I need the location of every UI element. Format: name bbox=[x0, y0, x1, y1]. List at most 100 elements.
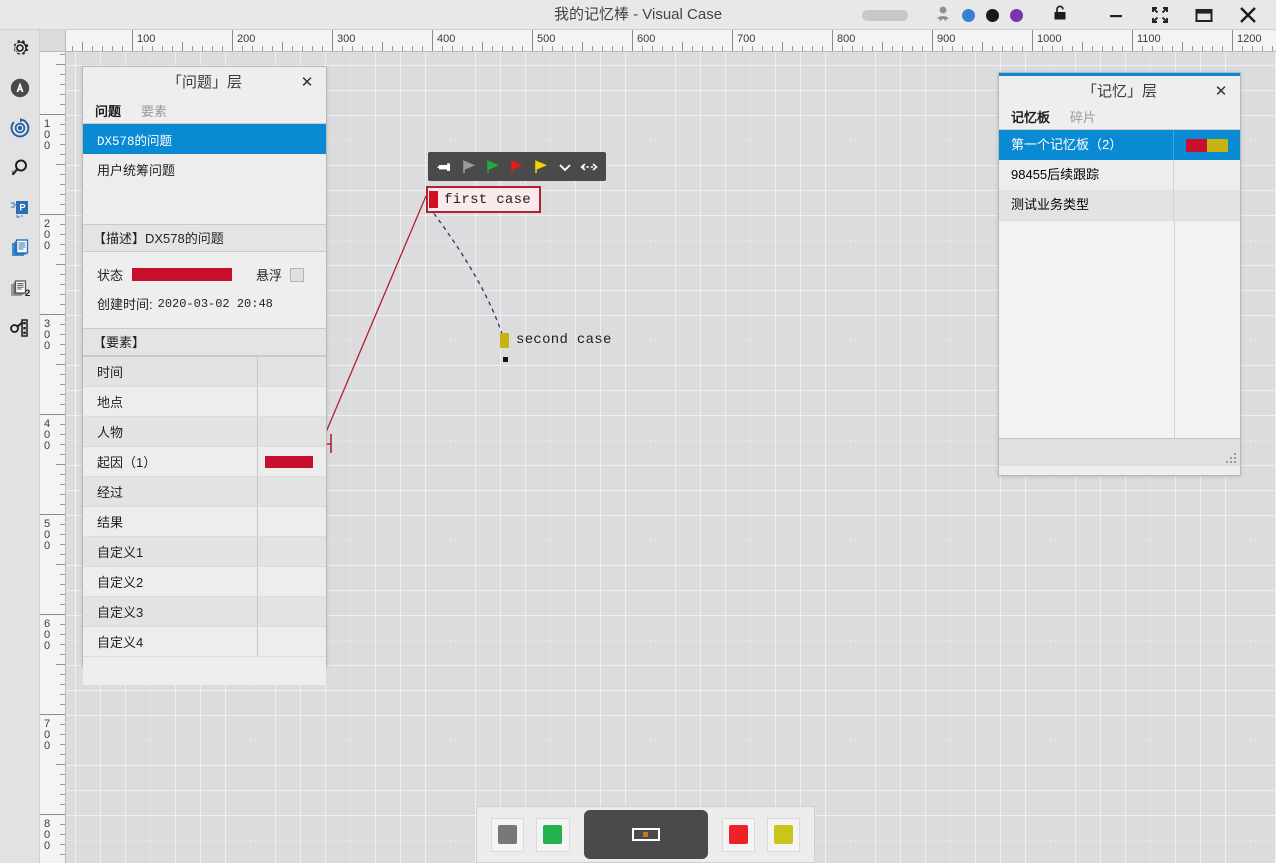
palette-active-tool[interactable] bbox=[583, 810, 708, 859]
status-dot-black[interactable] bbox=[986, 8, 999, 22]
ruler-minor-tick bbox=[972, 46, 973, 51]
table-row[interactable]: 自定义2 bbox=[83, 567, 326, 597]
element-value[interactable] bbox=[258, 537, 326, 566]
list-item[interactable]: 98455后续跟踪 bbox=[999, 160, 1240, 190]
ruler-minor-tick bbox=[1272, 46, 1273, 51]
person-icon[interactable] bbox=[934, 4, 952, 27]
panel-title-bar[interactable]: 「记忆」层 ✕ bbox=[999, 73, 1240, 105]
palette-swatch-grey[interactable] bbox=[491, 817, 525, 852]
elements-table[interactable]: 时间 地点 人物 起因（1） 经过 结果 自定义1 自定义2 自定义3 自定义4 bbox=[83, 356, 326, 657]
ruler-minor-tick bbox=[60, 74, 65, 75]
vertical-ruler[interactable]: 100 200 300 400 500 600 700 800 bbox=[40, 52, 66, 863]
node-second-case[interactable]: second case bbox=[500, 330, 612, 350]
sidebar-item-settings[interactable] bbox=[0, 30, 40, 70]
list-item-chip[interactable] bbox=[1174, 130, 1240, 160]
list-item[interactable]: DX578的问题 bbox=[83, 124, 326, 154]
list-item-chip[interactable] bbox=[1174, 190, 1240, 220]
memory-list[interactable]: 第一个记忆板（2） 98455后续跟踪 测试业务类型 bbox=[999, 130, 1240, 220]
element-name: 地点 bbox=[83, 387, 258, 416]
memory-list-empty-area[interactable] bbox=[999, 220, 1240, 438]
pill-indicator[interactable] bbox=[862, 9, 908, 21]
element-value[interactable] bbox=[258, 597, 326, 626]
flag-grey-icon[interactable] bbox=[457, 152, 481, 181]
element-value[interactable] bbox=[258, 477, 326, 506]
close-icon[interactable]: ✕ bbox=[1210, 76, 1232, 108]
palette-swatch-red[interactable] bbox=[721, 817, 755, 852]
close-button[interactable] bbox=[1226, 0, 1270, 30]
ruler-minor-tick bbox=[60, 854, 65, 855]
sidebar-item-search[interactable] bbox=[0, 150, 40, 190]
bottom-color-palette[interactable] bbox=[476, 806, 815, 863]
title-bar-controls bbox=[862, 0, 1276, 30]
close-icon[interactable]: ✕ bbox=[296, 67, 318, 99]
table-row[interactable]: 经过 bbox=[83, 477, 326, 507]
element-value[interactable] bbox=[258, 567, 326, 596]
table-row[interactable]: 自定义3 bbox=[83, 597, 326, 627]
pin-icon[interactable] bbox=[433, 152, 457, 181]
table-row[interactable]: 自定义4 bbox=[83, 627, 326, 657]
table-row[interactable]: 时间 bbox=[83, 357, 326, 387]
memory-layer-panel[interactable]: 「记忆」层 ✕ 记忆板 碎片 第一个记忆板（2） 98455后续跟踪 测试业务类 bbox=[998, 72, 1241, 476]
resize-grip[interactable] bbox=[1226, 453, 1236, 463]
ruler-minor-tick bbox=[952, 46, 953, 51]
tab-fragments[interactable]: 碎片 bbox=[1070, 107, 1102, 129]
element-value[interactable] bbox=[258, 357, 326, 386]
tab-problem[interactable]: 问题 bbox=[95, 101, 127, 123]
horizontal-ruler[interactable]: 100 200 300 400 500 600 700 800 900 1000 1100 1200 bbox=[66, 30, 1276, 52]
table-row[interactable]: 地点 bbox=[83, 387, 326, 417]
sidebar-item-project[interactable]: P bbox=[0, 190, 40, 230]
table-row[interactable]: 人物 bbox=[83, 417, 326, 447]
element-name: 起因（1） bbox=[83, 447, 258, 476]
status-row: 状态 悬浮 bbox=[83, 260, 326, 289]
status-dot-purple[interactable] bbox=[1010, 8, 1023, 22]
palette-swatch-yellow[interactable] bbox=[766, 817, 801, 852]
list-item[interactable]: 测试业务类型 bbox=[999, 190, 1240, 220]
flag-green-icon[interactable] bbox=[481, 152, 505, 181]
minimize-button[interactable] bbox=[1094, 0, 1138, 30]
memory-panel-tabs[interactable]: 记忆板 碎片 bbox=[999, 105, 1240, 130]
sidebar-item-refresh[interactable] bbox=[0, 110, 40, 150]
flag-yellow-icon[interactable] bbox=[529, 152, 553, 181]
problem-layer-panel[interactable]: 「问题」层 ✕ 问题 要素 DX578的问题 用户统筹问题 【描述】DX578的… bbox=[82, 66, 327, 685]
flag-red-icon[interactable] bbox=[505, 152, 529, 181]
node-action-toolbar[interactable] bbox=[428, 152, 606, 181]
table-row[interactable]: 自定义1 bbox=[83, 537, 326, 567]
tab-elements[interactable]: 要素 bbox=[141, 101, 173, 123]
tab-memory-board[interactable]: 记忆板 bbox=[1011, 107, 1056, 129]
ruler-minor-tick bbox=[1162, 46, 1163, 51]
element-value-bar[interactable] bbox=[265, 455, 313, 468]
sidebar-item-documents-2[interactable]: 2 bbox=[0, 270, 40, 310]
ruler-minor-tick bbox=[60, 304, 65, 305]
restore-button[interactable] bbox=[1182, 0, 1226, 30]
sidebar-item-tools[interactable] bbox=[0, 310, 40, 350]
problem-panel-tabs[interactable]: 问题 要素 bbox=[83, 99, 326, 124]
unlock-icon[interactable] bbox=[1052, 4, 1068, 27]
ruler-minor-tick bbox=[60, 704, 65, 705]
element-value[interactable] bbox=[258, 447, 326, 476]
node-first-case[interactable]: first case bbox=[426, 186, 542, 213]
ruler-minor-tick bbox=[60, 334, 65, 335]
list-item-chip[interactable] bbox=[1174, 160, 1240, 190]
chevron-down-icon[interactable] bbox=[553, 152, 577, 181]
panel-title-bar[interactable]: 「问题」层 ✕ bbox=[83, 67, 326, 99]
element-value[interactable] bbox=[258, 417, 326, 446]
link-arrow-icon[interactable] bbox=[577, 152, 601, 181]
connector-handle-second[interactable] bbox=[503, 357, 508, 362]
list-item[interactable]: 第一个记忆板（2） bbox=[999, 130, 1240, 160]
list-item[interactable]: 用户统筹问题 bbox=[83, 154, 326, 184]
ruler-minor-tick bbox=[1012, 46, 1013, 51]
table-row[interactable]: 起因（1） bbox=[83, 447, 326, 477]
element-value[interactable] bbox=[258, 627, 326, 656]
maximize-button[interactable] bbox=[1138, 0, 1182, 30]
element-value[interactable] bbox=[258, 507, 326, 536]
ruler-minor-tick bbox=[60, 754, 65, 755]
float-checkbox[interactable] bbox=[290, 267, 305, 282]
status-dot-blue[interactable] bbox=[962, 8, 975, 22]
palette-swatch-green[interactable] bbox=[536, 817, 570, 852]
element-value[interactable] bbox=[258, 387, 326, 416]
sidebar-item-documents[interactable] bbox=[0, 230, 40, 270]
status-badge[interactable] bbox=[132, 268, 233, 281]
sidebar-item-account[interactable] bbox=[0, 70, 40, 110]
problem-list[interactable]: DX578的问题 用户统筹问题 bbox=[83, 124, 326, 224]
table-row[interactable]: 结果 bbox=[83, 507, 326, 537]
